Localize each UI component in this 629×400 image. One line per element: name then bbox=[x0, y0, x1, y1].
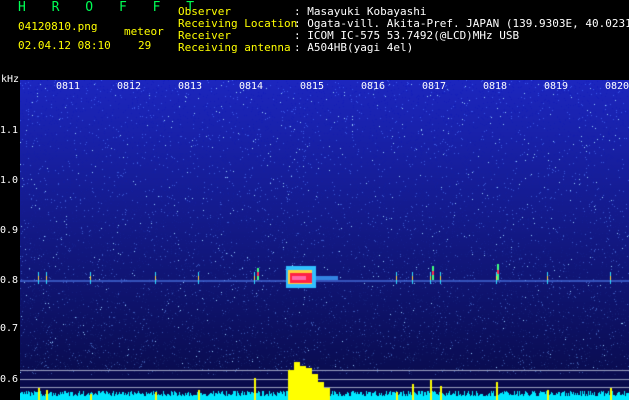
y-tick-label: 0.7 bbox=[0, 323, 19, 334]
filename-label: 04120810.png bbox=[18, 20, 98, 33]
x-tick-label: 0813 bbox=[178, 81, 203, 92]
meteor-label: meteor bbox=[124, 25, 164, 38]
meteor-count: 29 bbox=[138, 39, 152, 52]
x-tick-label: 0819 bbox=[544, 81, 569, 92]
x-tick-label: 0811 bbox=[56, 81, 81, 92]
axis-unit-label: kHz bbox=[1, 74, 20, 85]
y-tick-label: 0.6 bbox=[0, 374, 19, 385]
antenna-label: Receiving antenna bbox=[178, 41, 291, 54]
x-tick-label: 0817 bbox=[422, 81, 447, 92]
app-title: H R O F F T bbox=[18, 0, 204, 15]
y-tick-label: 1.1 bbox=[0, 125, 19, 136]
x-tick-label: 0812 bbox=[117, 81, 142, 92]
datetime-label: 02.04.12 08:10 bbox=[18, 39, 111, 52]
y-tick-label: 1.0 bbox=[0, 175, 19, 186]
x-tick-label: 0815 bbox=[300, 81, 325, 92]
x-tick-label: 0814 bbox=[239, 81, 264, 92]
y-tick-label: 0.8 bbox=[0, 275, 19, 286]
x-tick-label: 0818 bbox=[483, 81, 508, 92]
header-panel: H R O F F T 04120810.png 02.04.12 08:10 … bbox=[0, 0, 629, 80]
x-tick-label: 0820 bbox=[605, 81, 629, 92]
spectrogram-canvas bbox=[20, 80, 629, 400]
y-tick-label: 0.9 bbox=[0, 225, 19, 236]
x-tick-label: 0816 bbox=[361, 81, 386, 92]
antenna-value: : A504HB(yagi 4el) bbox=[294, 41, 414, 54]
